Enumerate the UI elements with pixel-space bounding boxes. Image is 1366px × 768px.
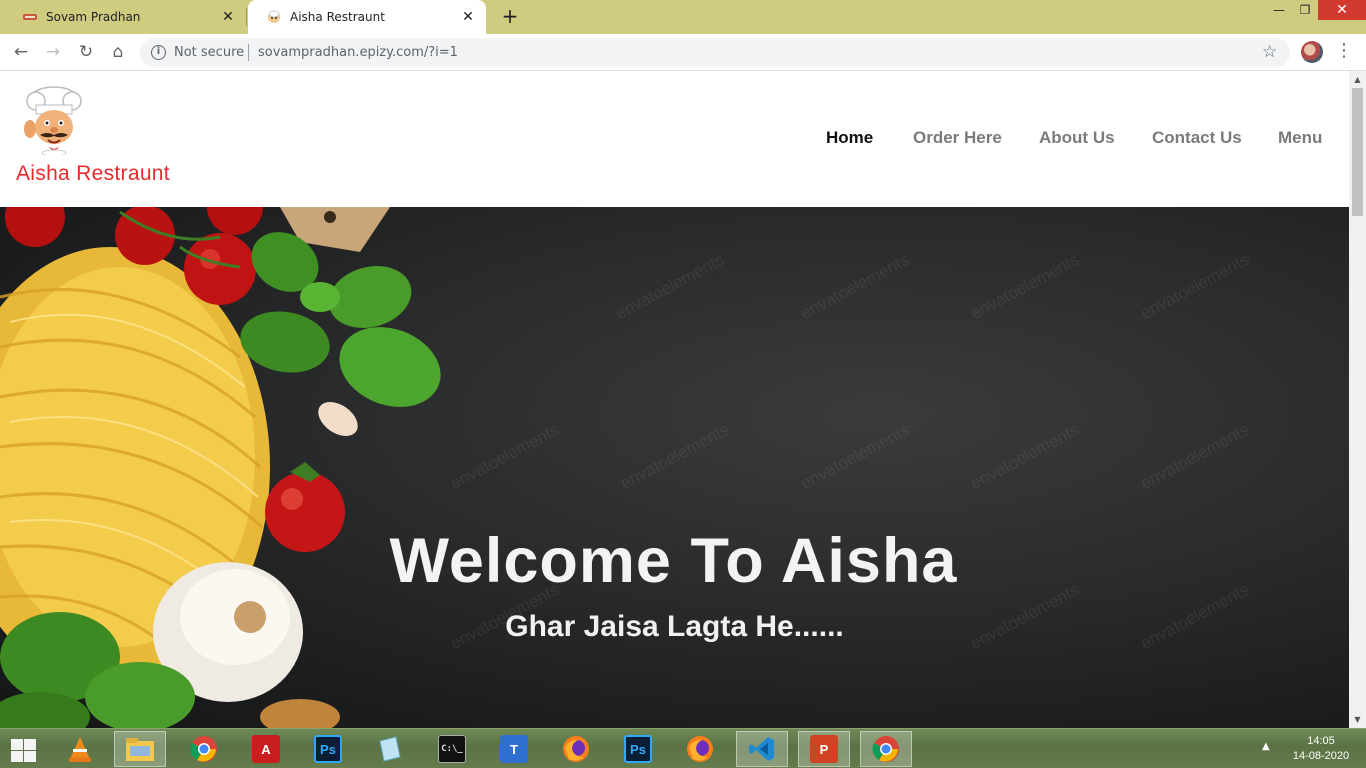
home-icon[interactable]: ⌂ <box>106 40 130 64</box>
chrome-icon[interactable] <box>178 731 230 767</box>
system-clock[interactable]: 14:05 14-08-2020 <box>1288 734 1354 764</box>
photoshop-icon[interactable]: Ps <box>612 731 664 767</box>
nav-menu[interactable]: Menu <box>1278 128 1322 148</box>
tab-title: Sovam Pradhan <box>46 10 141 24</box>
browser-toolbar: ← → ↻ ⌂ i Not secure sovampradhan.epizy.… <box>0 34 1366 71</box>
profile-avatar[interactable] <box>1301 41 1323 63</box>
forward-arrow-icon[interactable]: → <box>41 40 65 64</box>
firefox-icon[interactable] <box>550 731 602 767</box>
scroll-thumb[interactable] <box>1352 88 1363 216</box>
scroll-up-arrow-icon[interactable]: ▲ <box>1349 71 1366 88</box>
omnibox-divider <box>248 44 249 61</box>
site-header: Aisha Restraunt Home Order Here About Us… <box>0 71 1349 207</box>
acrobat-icon[interactable]: A <box>240 731 292 767</box>
tab-aisha-restraunt[interactable]: Aisha Restraunt ✕ <box>248 0 486 34</box>
chrome-icon[interactable] <box>860 731 912 767</box>
nav-contact-us[interactable]: Contact Us <box>1152 128 1242 148</box>
reload-icon[interactable]: ↻ <box>74 40 98 64</box>
nav-order-here[interactable]: Order Here <box>913 128 1002 148</box>
address-bar[interactable]: i Not secure sovampradhan.epizy.com/?i=1… <box>140 38 1290 67</box>
tab-favicon-icon <box>23 14 37 20</box>
brand-name[interactable]: Aisha Restraunt <box>16 162 170 186</box>
back-arrow-icon[interactable]: ← <box>9 40 33 64</box>
windows-taskbar: A Ps C:\_ T Ps P ▲ 14:05 14-08-2020 <box>0 728 1366 768</box>
vscode-icon[interactable] <box>736 731 788 767</box>
windows-start-icon[interactable] <box>8 737 38 763</box>
hero-banner: envatoelements envatoelements envatoelem… <box>0 207 1349 728</box>
clock-time: 14:05 <box>1307 735 1335 747</box>
hero-title: Welcome To Aisha <box>389 526 958 596</box>
tab-divider <box>246 8 247 26</box>
tab-favicon-icon <box>268 10 280 23</box>
photoshop-icon[interactable]: Ps <box>302 731 354 767</box>
notes-icon[interactable] <box>364 731 416 767</box>
security-label[interactable]: Not secure <box>174 45 244 60</box>
url-text[interactable]: sovampradhan.epizy.com/?i=1 <box>258 45 458 60</box>
nav-about-us[interactable]: About Us <box>1039 128 1115 148</box>
page-viewport: Aisha Restraunt Home Order Here About Us… <box>0 71 1349 728</box>
vlc-icon[interactable] <box>54 731 106 767</box>
firefox-icon[interactable] <box>674 731 726 767</box>
bookmark-star-icon[interactable]: ☆ <box>1262 42 1277 62</box>
file-explorer-icon[interactable] <box>114 731 166 767</box>
hero-subtitle: Ghar Jaisa Lagta He...... <box>505 610 844 643</box>
close-icon[interactable]: ✕ <box>460 9 476 25</box>
kebab-menu-icon[interactable]: ⋮ <box>1334 39 1354 63</box>
cmd-icon[interactable]: C:\_ <box>426 731 478 767</box>
nav-home[interactable]: Home <box>826 128 873 148</box>
new-tab-plus-icon[interactable]: + <box>498 5 522 29</box>
info-icon[interactable]: i <box>151 45 166 60</box>
clock-date: 14-08-2020 <box>1292 750 1350 762</box>
tab-sovam-pradhan[interactable]: Sovam Pradhan ✕ <box>4 0 246 34</box>
page-scrollbar[interactable]: ▲ ▼ <box>1349 71 1366 728</box>
window-close-icon[interactable]: ✕ <box>1318 0 1366 20</box>
scroll-down-arrow-icon[interactable]: ▼ <box>1349 711 1366 728</box>
tab-title: Aisha Restraunt <box>290 10 385 24</box>
typing-tutor-icon[interactable]: T <box>488 731 540 767</box>
close-icon[interactable]: ✕ <box>220 9 236 25</box>
tray-chevron-icon[interactable]: ▲ <box>1262 741 1270 752</box>
chef-logo-icon[interactable] <box>22 85 86 155</box>
browser-tab-strip: Sovam Pradhan ✕ Aisha Restraunt ✕ + — ❐ … <box>0 0 1366 34</box>
restore-icon[interactable]: ❐ <box>1290 0 1320 20</box>
powerpoint-icon[interactable]: P <box>798 731 850 767</box>
